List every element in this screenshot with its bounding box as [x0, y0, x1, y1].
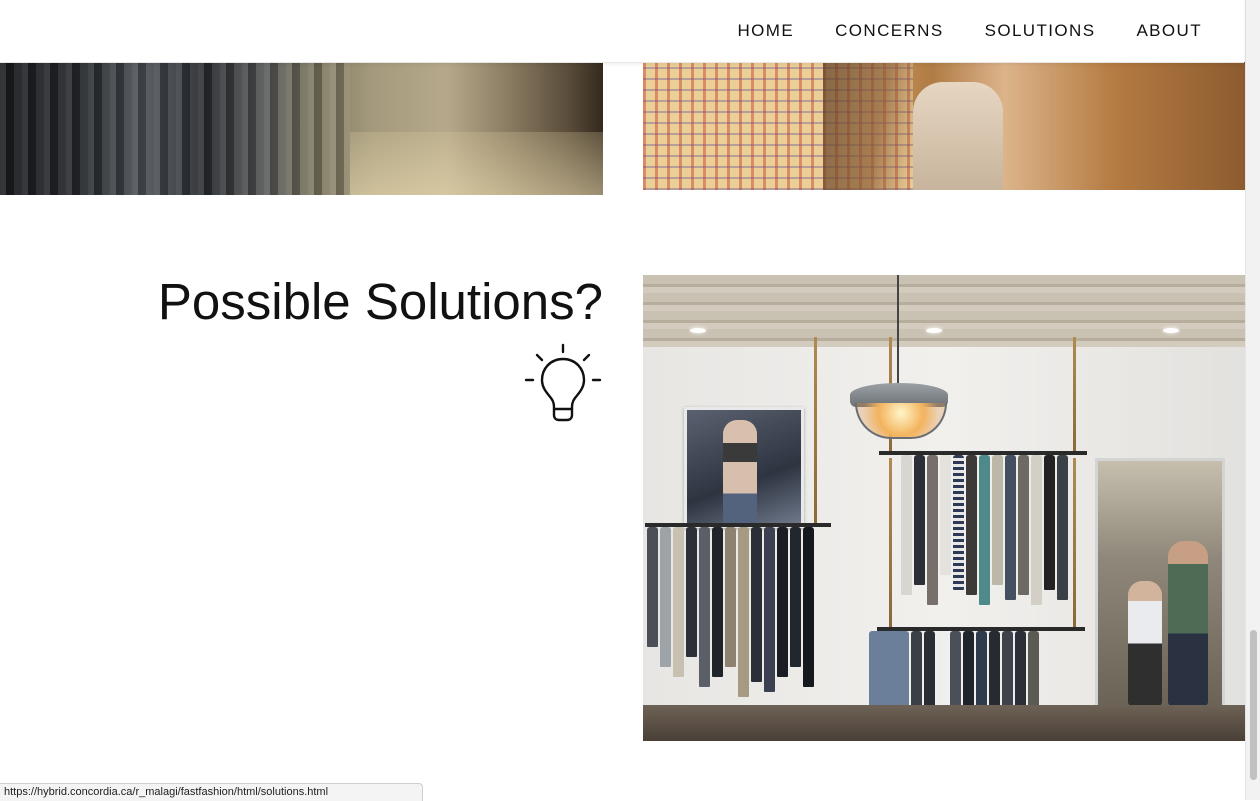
shirt-collar — [823, 62, 913, 190]
wood-ceiling — [643, 275, 1245, 347]
top-navbar: HOME CONCERNS SOLUTIONS ABOUT — [0, 0, 1244, 63]
garment-bags — [0, 62, 350, 195]
clothing-racks-photo — [0, 62, 603, 195]
hanging-rope — [814, 337, 817, 524]
warehouse-floor — [350, 132, 603, 195]
ceiling-light — [690, 328, 706, 333]
section-title: Possible Solutions? — [157, 273, 603, 330]
status-bar-url: https://hybrid.concordia.ca/r_malagi/fas… — [0, 783, 423, 801]
hanging-rope — [1073, 458, 1076, 628]
nav-home[interactable]: HOME — [737, 21, 794, 41]
store-floor — [643, 705, 1245, 741]
hanging-clothes-upper — [901, 455, 1070, 605]
store-mirror — [1095, 458, 1225, 709]
second-shirt — [913, 82, 1003, 190]
plaid-shirt-photo — [643, 62, 1245, 190]
ceiling-light — [1163, 328, 1179, 333]
poster-model — [723, 420, 757, 525]
nav-about[interactable]: ABOUT — [1136, 21, 1202, 41]
lamp-wire — [897, 275, 899, 383]
hanging-clothes-left — [647, 527, 816, 697]
lightbulb-icon — [524, 343, 602, 422]
hanging-rope — [889, 458, 892, 628]
shopper-reflection — [1128, 581, 1162, 706]
clothing-store-photo — [643, 275, 1245, 741]
vertical-scrollbar[interactable] — [1245, 0, 1260, 800]
scrollbar-thumb[interactable] — [1250, 630, 1257, 780]
fashion-poster — [684, 407, 804, 528]
nav-links: HOME CONCERNS SOLUTIONS ABOUT — [737, 0, 1202, 62]
nav-concerns[interactable]: CONCERNS — [835, 21, 944, 41]
hanging-rope — [1073, 337, 1076, 455]
shopper — [1168, 541, 1208, 706]
ceiling-light — [926, 328, 942, 333]
hanging-clothes-lower — [869, 631, 1041, 711]
nav-solutions[interactable]: SOLUTIONS — [985, 21, 1096, 41]
